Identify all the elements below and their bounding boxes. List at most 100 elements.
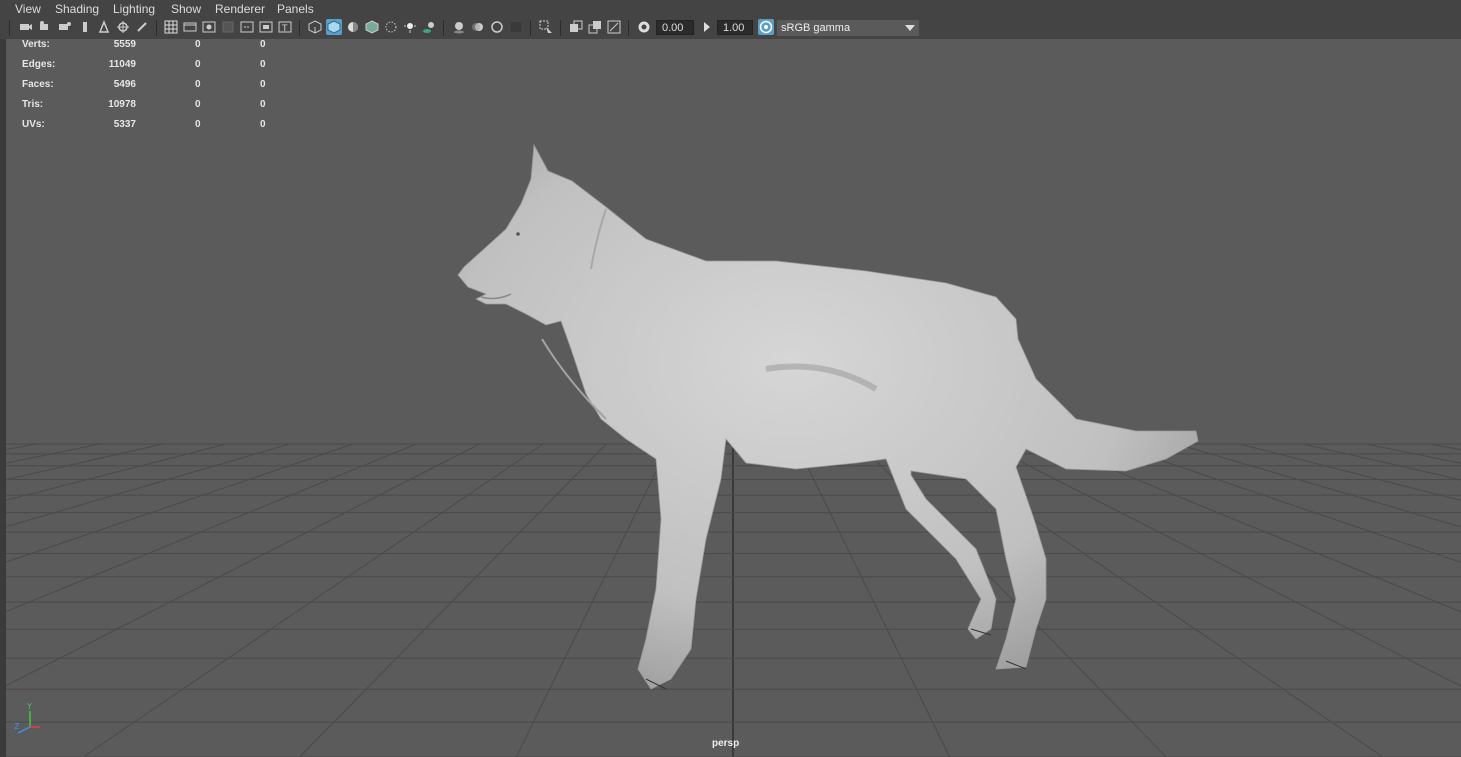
image-plane-icon[interactable] <box>77 19 93 35</box>
grid-line <box>6 443 417 613</box>
2d-pan-zoom-icon[interactable] <box>96 19 112 35</box>
screen-space-ao-icon[interactable] <box>451 19 467 35</box>
safe-title-icon[interactable]: T <box>277 19 293 35</box>
toolbar-separator <box>530 20 531 36</box>
panel-toolbar: T 0.00 1.00 sRGB gamma <box>0 17 1461 40</box>
grid-line <box>6 443 480 687</box>
axis-gizmo: Y Z <box>14 702 40 734</box>
use-all-lights-icon[interactable] <box>402 19 418 35</box>
chevron-down-icon[interactable] <box>905 25 915 31</box>
grid-line <box>986 443 1461 687</box>
grid-line <box>6 443 100 464</box>
hud-value-component: 0 <box>260 119 266 130</box>
exposure-icon[interactable] <box>636 19 652 35</box>
depth-of-field-icon[interactable] <box>508 19 524 35</box>
hud-value-selected: 0 <box>195 59 201 70</box>
menu-panels[interactable]: Panels <box>277 2 314 16</box>
xray-icon[interactable] <box>383 19 399 35</box>
hud-value-selected: 0 <box>195 99 201 110</box>
grid-line <box>515 443 671 757</box>
hud-row-uvs: UVs: 5337 0 0 <box>6 119 306 133</box>
panel-menu-bar: View Shading Lighting Show Renderer Pane… <box>0 0 1461 17</box>
menu-lighting[interactable]: Lighting <box>113 2 155 16</box>
grid-line <box>82 443 544 757</box>
hud-icon[interactable] <box>606 19 622 35</box>
menu-renderer[interactable]: Renderer <box>215 2 265 16</box>
svg-text:T: T <box>281 24 288 34</box>
gamma-field[interactable]: 1.00 <box>717 20 753 35</box>
toolbar-separator <box>560 20 561 36</box>
select-camera-icon[interactable] <box>18 19 34 35</box>
hud-value-total: 10978 <box>108 99 136 110</box>
wolf-model[interactable] <box>457 143 1199 690</box>
exposure-field[interactable]: 0.00 <box>656 20 694 35</box>
view-transform-value: sRGB gamma <box>781 22 851 34</box>
hud-value-selected: 0 <box>195 39 201 50</box>
hud-label: Edges: <box>22 59 56 70</box>
hud-row-tris: Tris: 10978 0 0 <box>6 99 306 113</box>
toolbar-separator <box>156 20 157 36</box>
safe-action-icon[interactable] <box>258 19 274 35</box>
film-gate-icon[interactable] <box>182 19 198 35</box>
ground-grid <box>6 443 1461 757</box>
hud-value-component: 0 <box>260 99 266 110</box>
hud-value-total: 11049 <box>108 59 136 70</box>
grid-line <box>1239 443 1461 501</box>
bookmarks-icon[interactable] <box>57 19 73 35</box>
hud-label: Tris: <box>22 99 44 110</box>
hud-label: Verts: <box>22 39 50 50</box>
camera-attributes-icon[interactable] <box>37 19 53 35</box>
hud-value-component: 0 <box>260 59 266 70</box>
hud-value-total: 5337 <box>113 119 136 130</box>
camera-name-label: persp <box>712 738 740 749</box>
perspective-viewport[interactable]: Y Z Verts: 5559 0 0 Edges: 11049 0 0 Fac… <box>6 39 1461 757</box>
grease-pencil-icon[interactable] <box>115 19 131 35</box>
hud-row-faces: Faces: 5496 0 0 <box>6 79 306 93</box>
wireframe-icon[interactable] <box>307 19 323 35</box>
field-chart-icon[interactable] <box>239 19 255 35</box>
grid-line <box>1429 443 1461 451</box>
menu-view[interactable]: View <box>15 2 41 16</box>
pencil-icon[interactable] <box>134 19 150 35</box>
gate-mask-icon[interactable] <box>220 19 236 35</box>
grid-line <box>6 443 290 528</box>
axis-z-label: Z <box>14 722 20 731</box>
gamma-icon[interactable] <box>699 19 715 35</box>
grid-line <box>1049 443 1461 613</box>
smooth-shade-icon[interactable] <box>326 19 342 35</box>
grid-line <box>299 443 607 757</box>
hud-value-component: 0 <box>260 79 266 90</box>
color-management-icon[interactable] <box>758 19 774 35</box>
toolbar-separator <box>443 20 444 36</box>
maya-viewport-panel: View Shading Lighting Show Renderer Pane… <box>0 0 1461 757</box>
grid-line <box>1302 443 1461 481</box>
shadows-icon[interactable] <box>421 19 437 35</box>
view-transform-select[interactable]: sRGB gamma <box>777 20 919 36</box>
anti-aliasing-icon[interactable] <box>489 19 505 35</box>
xray-joints-icon[interactable] <box>587 19 603 35</box>
toolbar-separator <box>9 20 10 36</box>
grid-icon[interactable] <box>163 19 179 35</box>
grid-line <box>1366 443 1461 464</box>
resolution-gate-icon[interactable] <box>201 19 217 35</box>
poly-count-hud: Verts: 5559 0 0 Edges: 11049 0 0 Faces: … <box>6 39 306 139</box>
grid-line <box>1176 443 1461 528</box>
motion-blur-icon[interactable] <box>470 19 486 35</box>
menu-shading[interactable]: Shading <box>55 2 99 16</box>
menu-show[interactable]: Show <box>171 2 201 16</box>
hud-row-edges: Edges: 11049 0 0 <box>6 59 306 73</box>
grid-line <box>6 443 227 501</box>
hud-value-selected: 0 <box>195 79 201 90</box>
hud-value-selected: 0 <box>195 119 201 130</box>
default-material-icon[interactable] <box>345 19 361 35</box>
xray-active-components-icon[interactable] <box>568 19 584 35</box>
axis-y-label: Y <box>26 702 32 711</box>
hud-value-total: 5496 <box>113 79 136 90</box>
hud-label: UVs: <box>22 119 45 130</box>
hud-row-verts: Verts: 5559 0 0 <box>6 39 306 53</box>
textured-icon[interactable] <box>364 19 380 35</box>
hud-label: Faces: <box>22 79 54 90</box>
hud-value-component: 0 <box>260 39 266 50</box>
grid-line <box>795 443 951 757</box>
isolate-select-icon[interactable] <box>538 19 554 35</box>
